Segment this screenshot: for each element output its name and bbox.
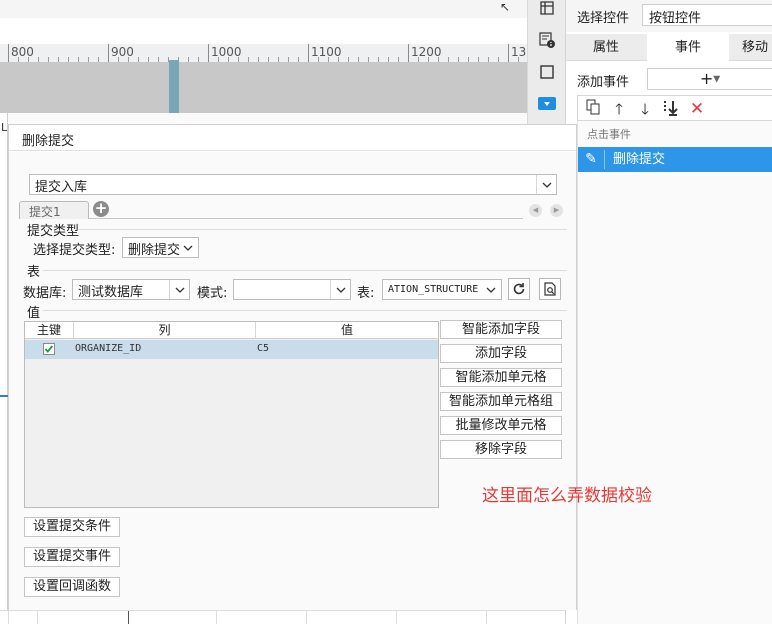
smart-add-cell-button[interactable]: 智能添加单元格 [440, 368, 562, 387]
move-down-icon[interactable]: 🡓 [635, 99, 655, 119]
widget-settings-icon[interactable] [537, 30, 557, 50]
sheet-row-header: L [0, 113, 8, 610]
annotation-note: 这里面怎么弄数据校验 [482, 486, 652, 506]
move-up-icon[interactable]: 🡑 [609, 99, 629, 119]
submit-type-value: 删除提交 [128, 243, 181, 258]
property-panel: 选择控件 按钮控件 属性 事件 移动 添加事件 +▼ 🡑 🡓 ✕ 点击事件 ✎ … [565, 0, 772, 624]
ruler-label: 900 [111, 45, 134, 59]
chevron-down-icon[interactable] [536, 175, 556, 194]
chevron-down-icon: ▼ [713, 74, 721, 85]
preview-table-icon[interactable] [539, 278, 561, 300]
cursor-icon: ↖ [500, 0, 511, 14]
table-label: 表: [357, 286, 375, 301]
ruler-label: 1000 [211, 45, 242, 59]
tab-next-icon[interactable]: ▶ [550, 204, 563, 217]
column-cell[interactable]: ORGANIZE_ID [75, 343, 141, 354]
event-group-label: 点击事件 [587, 128, 631, 141]
chevron-down-icon[interactable] [178, 238, 198, 257]
add-event-button[interactable]: +▼ [647, 68, 772, 90]
ruler-label: 130 [511, 45, 527, 59]
batch-modify-cell-button[interactable]: 批量修改单元格 [440, 416, 562, 435]
dropdown-widget-icon[interactable] [538, 97, 556, 110]
event-toolbar: 🡑 🡓 ✕ [577, 95, 772, 121]
submit-type-label: 选择提交类型: [33, 243, 116, 258]
vertical-toolbar [527, 0, 565, 124]
event-item[interactable]: ✎ 删除提交 [578, 147, 772, 172]
add-tab-icon[interactable]: + [93, 201, 109, 217]
remove-field-button[interactable]: 移除字段 [440, 440, 562, 459]
database-value: 测试数据库 [78, 285, 144, 300]
tab-submit-1[interactable]: 提交1 [19, 201, 89, 219]
table-row[interactable]: ORGANIZE_ID C5 [25, 340, 438, 359]
designer-topbar [0, 0, 527, 18]
smart-add-cell-group-button[interactable]: 智能添加单元格组 [440, 392, 562, 411]
value-cell[interactable]: C5 [257, 343, 269, 354]
submit-mode-select[interactable]: 提交入库 [29, 174, 557, 195]
database-label: 数据库: [23, 286, 67, 301]
submit-dialog: 删除提交 提交入库 提交1 + ◀ ▶ 提交类型 选择提交类型: 删除提交 表 … [8, 124, 577, 610]
smart-add-field-button[interactable]: 智能添加字段 [440, 320, 562, 339]
column-header-column[interactable]: 列 [74, 322, 256, 339]
event-item-label: 删除提交 [613, 152, 666, 167]
table-section: 表 [27, 265, 41, 280]
select-widget-label: 选择控件 [577, 11, 630, 26]
horizontal-ruler: 800 900 1000 1100 1200 130 [0, 44, 527, 63]
copy-icon[interactable] [583, 99, 603, 119]
submit-mode-value: 提交入库 [35, 180, 88, 195]
column-header-key[interactable]: 主键 [25, 322, 74, 339]
event-list: 点击事件 ✎ 删除提交 [577, 121, 772, 624]
database-select[interactable]: 测试数据库 [72, 279, 190, 300]
canvas-guide-marker[interactable] [169, 60, 179, 113]
dialog-body: 提交入库 提交1 + ◀ ▶ 提交类型 选择提交类型: 删除提交 表 数据库: … [9, 152, 576, 610]
layout-icon[interactable] [537, 0, 557, 18]
schema-label: 模式: [197, 286, 228, 301]
move-bottom-icon[interactable] [661, 99, 681, 119]
panel-tabs: 属性 事件 移动 [566, 34, 772, 61]
delete-icon[interactable]: ✕ [687, 99, 707, 119]
chevron-down-icon[interactable] [481, 280, 501, 299]
set-submit-condition-button[interactable]: 设置提交条件 [24, 517, 121, 537]
tab-mobile[interactable]: 移动 [730, 34, 772, 61]
submit-type-section: 提交类型 [27, 224, 80, 239]
refresh-icon[interactable] [508, 278, 530, 300]
field-grid: 主键 列 值 ORGANIZE_ID C5 [24, 321, 439, 508]
sheet-grid-bottom [0, 610, 578, 624]
edit-icon[interactable]: ✎ [578, 147, 604, 172]
dialog-title: 删除提交 [9, 125, 576, 151]
row-header-label: L [1, 121, 8, 134]
tab-events[interactable]: 事件 [647, 34, 729, 61]
tab-prev-icon[interactable]: ◀ [529, 204, 542, 217]
ruler-label: 800 [11, 45, 34, 59]
chevron-down-icon[interactable] [169, 280, 189, 299]
schema-select[interactable] [233, 279, 351, 300]
plus-icon: + [699, 69, 714, 88]
widget-type-select[interactable]: 按钮控件 [642, 4, 772, 26]
design-canvas[interactable] [0, 63, 527, 113]
set-submit-event-button[interactable]: 设置提交事件 [24, 547, 121, 567]
value-section: 值 [27, 306, 41, 321]
column-header-value[interactable]: 值 [256, 322, 438, 339]
chevron-down-icon[interactable] [330, 280, 350, 299]
table-value: ATION_STRUCTURE [388, 284, 479, 295]
set-callback-button[interactable]: 设置回调函数 [24, 577, 121, 597]
primary-key-checkbox[interactable] [43, 343, 55, 355]
ruler-label: 1100 [311, 45, 342, 59]
ruler-label: 1200 [411, 45, 442, 59]
add-field-button[interactable]: 添加字段 [440, 344, 562, 363]
frame-icon[interactable] [537, 62, 557, 82]
add-event-label: 添加事件 [577, 75, 630, 90]
table-select[interactable]: ATION_STRUCTURE [382, 279, 502, 300]
tab-properties[interactable]: 属性 [566, 34, 646, 61]
submit-type-select[interactable]: 删除提交 [122, 237, 199, 258]
